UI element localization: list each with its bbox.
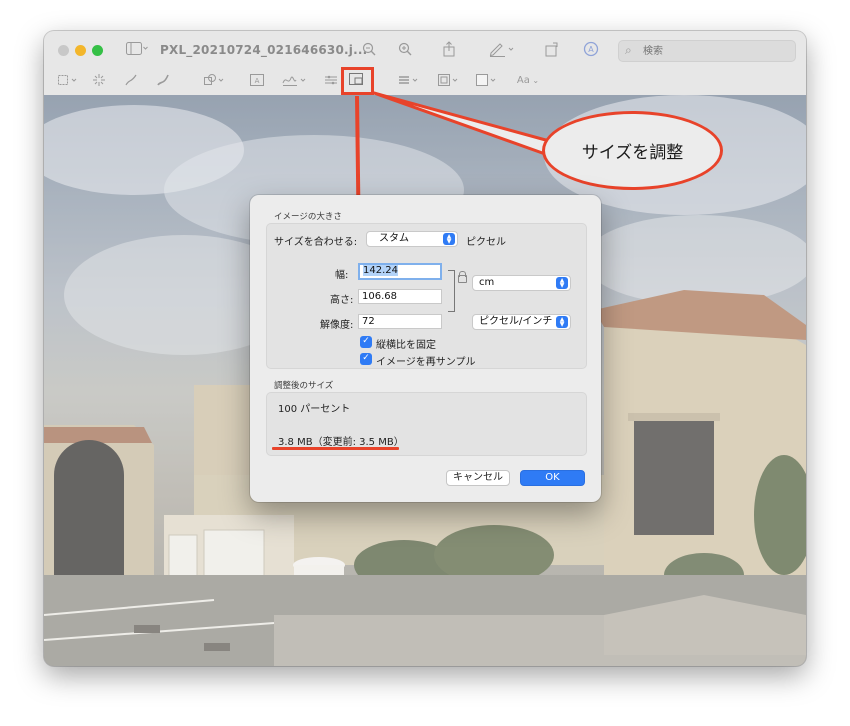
zoom-in-icon[interactable]	[396, 42, 414, 58]
result-file-size: 3.8 MB（変更前: 3.5 MB）	[278, 437, 404, 448]
pen-icon[interactable]	[488, 41, 518, 57]
fill-color-icon[interactable]	[476, 74, 500, 90]
fit-into-label: サイズを合わせる:	[274, 237, 358, 248]
svg-text:A: A	[588, 45, 594, 54]
sidebar-icon[interactable]	[124, 42, 150, 58]
adjust-size-highlight	[341, 67, 374, 95]
draw-icon[interactable]	[156, 74, 170, 90]
minimize-button[interactable]	[75, 45, 86, 56]
close-button[interactable]	[58, 45, 69, 56]
popup-stepper-icon: ▲ ▼	[556, 316, 568, 328]
height-value: 106.68	[362, 291, 397, 302]
sign-icon[interactable]	[282, 74, 310, 90]
fit-into-value: スタム	[379, 233, 409, 244]
checkmark-icon: ✓	[362, 336, 370, 346]
checkmark-icon: ✓	[362, 353, 370, 363]
selection-icon[interactable]	[58, 74, 80, 90]
popup-stepper-icon: ▲ ▼	[443, 233, 455, 245]
text-icon[interactable]: A	[249, 74, 265, 90]
callout-text: サイズを調整	[581, 143, 684, 163]
search-field[interactable]: ⌕	[618, 40, 796, 62]
resolution-unit-popup[interactable]: ピクセル/インチ ▲ ▼	[472, 314, 571, 330]
shape-style-icon[interactable]	[398, 74, 422, 90]
zoom-button[interactable]	[92, 45, 103, 56]
fit-into-popup[interactable]: スタム ▲ ▼	[366, 231, 458, 247]
lock-icon[interactable]	[458, 271, 467, 283]
rotate-icon[interactable]	[542, 41, 562, 57]
callout-bubble: サイズを調整	[542, 111, 723, 190]
resolution-unit-value: ピクセル/インチ	[479, 316, 553, 327]
cancel-button[interactable]: キャンセル	[446, 470, 510, 486]
height-label: 高さ:	[330, 295, 354, 306]
text-style-icon[interactable]: Aa ⌄	[514, 73, 542, 89]
search-input[interactable]	[641, 43, 785, 59]
search-icon: ⌕	[625, 43, 632, 57]
result-size-section-title: 調整後のサイズ	[274, 381, 334, 391]
unit-popup[interactable]: cm ▲ ▼	[472, 275, 571, 291]
resolution-label: 解像度:	[320, 320, 354, 331]
toolbar-top-row: PXL_20210724_021646630.j... A ⌕	[44, 31, 806, 69]
markup-toolbar: A Aa ⌄	[44, 69, 806, 95]
popup-stepper-icon: ▲ ▼	[556, 277, 568, 289]
adjust-size-dialog: イメージの大きさ サイズを合わせる: スタム ▲ ▼ ピクセル 幅: 142.24…	[250, 195, 601, 502]
share-icon[interactable]	[440, 41, 458, 57]
resolution-value: 72	[362, 316, 375, 327]
adjust-color-icon[interactable]	[324, 74, 338, 90]
border-color-icon[interactable]	[438, 74, 462, 90]
window-title: PXL_20210724_021646630.j...	[160, 43, 368, 57]
ok-button[interactable]: OK	[520, 470, 585, 486]
toolbar: PXL_20210724_021646630.j... A ⌕ 検索 A Aa …	[44, 31, 806, 95]
image-size-section-title: イメージの大きさ	[274, 212, 342, 222]
resample-label: イメージを再サンプル	[376, 357, 476, 368]
zoom-out-icon[interactable]	[360, 42, 378, 58]
unit-value: cm	[479, 277, 495, 288]
resolution-input[interactable]: 72	[358, 314, 442, 329]
sketch-icon[interactable]	[124, 74, 138, 90]
resample-checkbox[interactable]: ✓	[360, 353, 372, 365]
keep-ratio-label: 縦横比を固定	[376, 340, 436, 351]
result-percent: 100 パーセント	[278, 404, 351, 415]
aspect-bracket	[448, 270, 455, 312]
shapes-icon[interactable]	[204, 74, 228, 90]
text-style-label: Aa	[516, 75, 530, 86]
width-value: 142.24	[363, 265, 398, 276]
file-size-underline	[272, 447, 399, 450]
fit-into-unit: ピクセル	[466, 237, 506, 248]
instant-alpha-icon[interactable]	[92, 74, 106, 90]
height-input[interactable]: 106.68	[358, 289, 442, 304]
width-input[interactable]: 142.24	[358, 263, 442, 280]
svg-text:A: A	[255, 77, 260, 85]
markup-circle-icon[interactable]: A	[582, 41, 600, 57]
keep-ratio-checkbox[interactable]: ✓	[360, 336, 372, 348]
width-label: 幅:	[335, 270, 349, 281]
